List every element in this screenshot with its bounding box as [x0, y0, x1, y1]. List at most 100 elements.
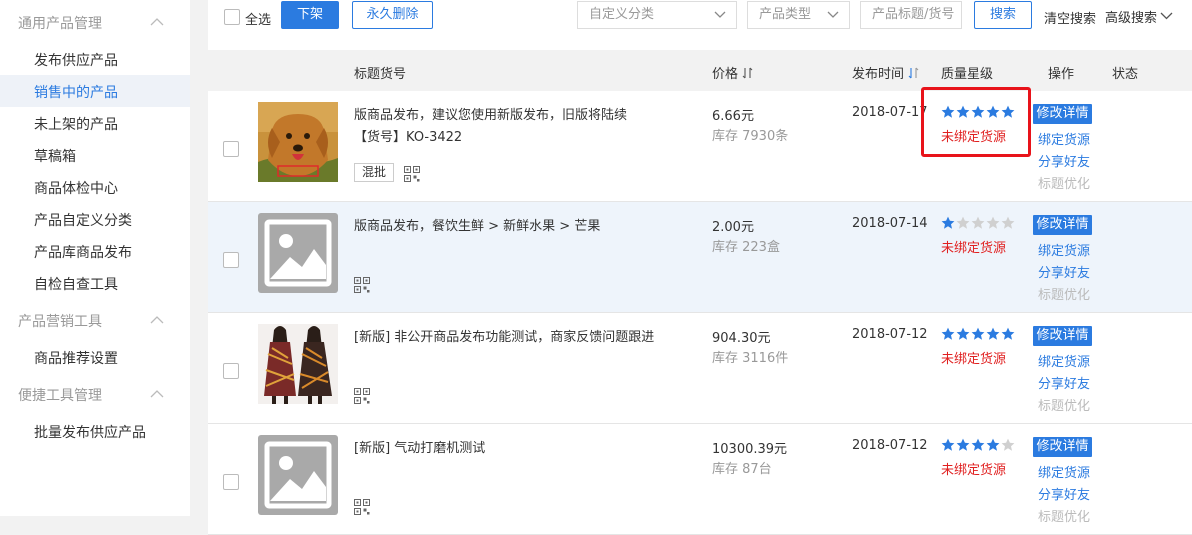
header-action: 操作 — [1048, 67, 1075, 82]
product-title[interactable]: [新版] 气动打磨机测试 — [354, 438, 684, 460]
publish-date: 2018-07-14 — [852, 216, 928, 231]
star-filled-icon — [956, 438, 970, 451]
edit-detail-button[interactable]: 修改详情 — [1033, 437, 1092, 457]
publish-date: 2018-07-12 — [852, 327, 928, 342]
sidebar-item-library-publish[interactable]: 产品库商品发布 — [34, 242, 132, 262]
highlight-box — [921, 87, 1031, 157]
select-all-label[interactable]: 全选 — [245, 9, 271, 28]
header-quality: 质量星级 — [941, 67, 994, 82]
bind-source-link[interactable]: 绑定货源 — [1038, 129, 1090, 148]
product-title-text: 版商品发布，建议您使用新版发布，旧版将陆续 — [354, 108, 628, 123]
bind-source-link[interactable]: 绑定货源 — [1038, 462, 1090, 481]
product-type-select[interactable]: 产品类型 — [747, 1, 850, 29]
title-optimize-link: 标题优化 — [1038, 399, 1091, 414]
bind-source-link[interactable]: 绑定货源 — [1038, 351, 1090, 370]
share-link[interactable]: 分享好友 — [1038, 484, 1090, 503]
row-checkbox[interactable] — [223, 474, 239, 490]
qrcode-icon[interactable] — [354, 499, 370, 515]
star-empty-icon — [1001, 438, 1015, 451]
sidebar-item-custom-category[interactable]: 产品自定义分类 — [34, 210, 132, 230]
share-link[interactable]: 分享好友 — [1038, 262, 1090, 281]
sidebar-item-recommend[interactable]: 商品推荐设置 — [34, 348, 118, 368]
star-filled-icon — [986, 327, 1000, 340]
product-image[interactable] — [258, 435, 338, 515]
select-all-checkbox[interactable] — [224, 9, 240, 25]
main-panel: 全选 下架 永久删除 自定义分类 产品类型 产品标题/货号 搜索 清空搜索 高级… — [208, 0, 1192, 535]
product-title[interactable]: 版商品发布，餐饮生鲜 > 新鲜水果 > 芒果 — [354, 216, 684, 238]
sidebar-item-batch-publish[interactable]: 批量发布供应产品 — [34, 422, 146, 442]
sidebar: 通用产品管理 发布供应产品 销售中的产品 未上架的产品 草稿箱 商品体检中心 产… — [0, 0, 190, 516]
quality-stars — [941, 327, 1015, 341]
sidebar-item-self-check[interactable]: 自检自查工具 — [34, 274, 118, 294]
sidebar-item-drafts[interactable]: 草稿箱 — [34, 146, 76, 166]
chevron-up-icon[interactable] — [150, 390, 164, 398]
chevron-up-icon[interactable] — [150, 316, 164, 324]
header-date-label: 发布时间 — [852, 67, 905, 82]
image-placeholder-icon — [258, 213, 338, 293]
search-button[interactable]: 搜索 — [974, 1, 1032, 29]
delist-button[interactable]: 下架 — [281, 1, 339, 29]
publish-date: 2018-07-12 — [852, 438, 928, 453]
product-price: 6.66元 — [712, 109, 754, 124]
edit-detail-button[interactable]: 修改详情 — [1033, 326, 1092, 346]
row-checkbox[interactable] — [223, 252, 239, 268]
product-title[interactable]: [新版] 非公开商品发布功能测试，商家反馈问题跟进 — [354, 327, 684, 349]
header-price-label: 价格 — [712, 67, 739, 82]
star-filled-icon — [971, 438, 985, 451]
quality-stars — [941, 438, 1015, 452]
sidebar-item-on-sale[interactable]: 销售中的产品 — [34, 82, 118, 102]
product-title-text: [新版] 非公开商品发布功能测试，商家反馈问题跟进 — [354, 330, 655, 345]
edit-detail-button[interactable]: 修改详情 — [1033, 215, 1092, 235]
row-checkbox[interactable] — [223, 363, 239, 379]
publish-date: 2018-07-17 — [852, 105, 928, 120]
qrcode-icon[interactable] — [354, 277, 370, 293]
image-placeholder-icon — [258, 435, 338, 515]
header-date[interactable]: 发布时间 — [852, 63, 920, 82]
sidebar-group-tools[interactable]: 便捷工具管理 — [18, 385, 102, 405]
dog-photo — [258, 102, 338, 182]
product-image[interactable] — [258, 213, 338, 293]
star-filled-icon — [956, 327, 970, 340]
sort-icon — [908, 67, 919, 79]
clear-search-link[interactable]: 清空搜索 — [1044, 8, 1096, 27]
advanced-search-link[interactable]: 高级搜索 — [1105, 7, 1157, 26]
sidebar-group-general[interactable]: 通用产品管理 — [18, 13, 102, 33]
header-price[interactable]: 价格 — [712, 63, 754, 82]
table-header: 标题货号 价格 发布时间 质量星级 操作 状态 — [208, 50, 1192, 91]
edit-detail-button[interactable]: 修改详情 — [1033, 104, 1092, 124]
share-link[interactable]: 分享好友 — [1038, 373, 1090, 392]
product-price: 10300.39元 — [712, 442, 788, 457]
star-empty-icon — [1001, 216, 1015, 229]
sidebar-item-unlisted[interactable]: 未上架的产品 — [34, 114, 118, 134]
star-filled-icon — [971, 327, 985, 340]
product-price: 904.30元 — [712, 331, 771, 346]
share-link[interactable]: 分享好友 — [1038, 151, 1090, 170]
search-input[interactable]: 产品标题/货号 — [860, 1, 962, 29]
permanent-delete-button[interactable]: 永久删除 — [352, 1, 433, 29]
sidebar-group-marketing[interactable]: 产品营销工具 — [18, 311, 102, 331]
product-image[interactable] — [258, 102, 338, 182]
custom-category-select[interactable]: 自定义分类 — [577, 1, 737, 29]
star-filled-icon — [941, 327, 955, 340]
bind-source-link[interactable]: 绑定货源 — [1038, 240, 1090, 259]
product-image[interactable] — [258, 324, 338, 404]
qrcode-icon[interactable] — [354, 388, 370, 404]
product-title[interactable]: 版商品发布，建议您使用新版发布，旧版将陆续 【货号】KO-3422 — [354, 105, 684, 149]
sort-icon — [742, 67, 753, 79]
search-input-placeholder: 产品标题/货号 — [872, 7, 955, 22]
row-checkbox[interactable] — [223, 141, 239, 157]
star-empty-icon — [971, 216, 985, 229]
dress-photo — [258, 324, 338, 404]
star-filled-icon — [941, 216, 955, 229]
star-filled-icon — [1001, 327, 1015, 340]
sidebar-item-publish-supply[interactable]: 发布供应产品 — [34, 50, 118, 70]
source-status: 未绑定货源 — [941, 463, 1007, 478]
chevron-down-icon[interactable] — [1160, 12, 1173, 20]
product-title-text: [新版] 气动打磨机测试 — [354, 441, 486, 456]
chevron-up-icon[interactable] — [150, 18, 164, 26]
product-type-placeholder: 产品类型 — [759, 7, 812, 22]
sidebar-item-health-center[interactable]: 商品体检中心 — [34, 178, 118, 198]
toolbar: 全选 下架 永久删除 自定义分类 产品类型 产品标题/货号 搜索 清空搜索 高级… — [208, 0, 1192, 50]
wholesale-tag: 混批 — [354, 163, 395, 182]
qrcode-icon[interactable] — [404, 166, 420, 182]
